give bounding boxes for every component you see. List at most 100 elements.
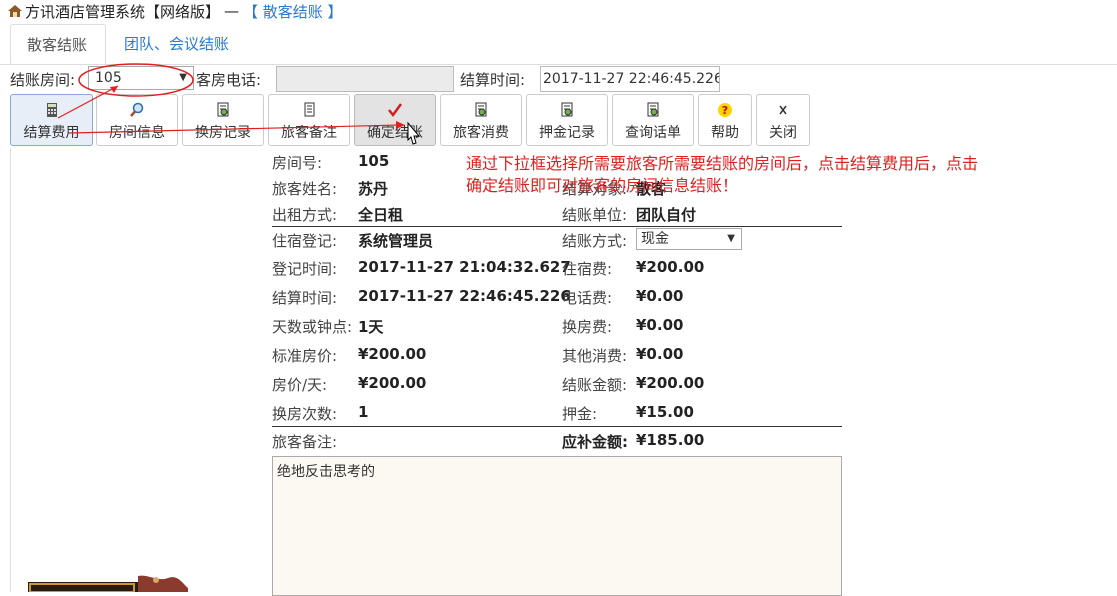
title-separator: — <box>224 2 240 20</box>
tab-group-checkout[interactable]: 团队、会议结账 <box>108 24 245 64</box>
call-record-label: 查询话单 <box>625 125 681 141</box>
help-button[interactable]: ? 帮助 <box>698 94 752 146</box>
room-change-record-button[interactable]: 换房记录 <box>182 94 264 146</box>
annotation-line-2: 确定结账即可对旅客的房间信息结账！ <box>466 176 739 195</box>
other-consumption-value: ¥0.00 <box>636 345 684 363</box>
banner-image <box>28 575 188 592</box>
checkin-time-value: 2017-11-27 21:04:32.627 <box>358 258 571 276</box>
lodging-fee-value: ¥200.00 <box>636 258 705 276</box>
room-change-count-value: 1 <box>358 403 369 421</box>
divider <box>272 426 842 427</box>
settle-time-detail-value: 2017-11-27 22:46:45.226 <box>358 287 571 305</box>
document-icon <box>475 102 487 117</box>
app-title: 方讯酒店管理系统【网络版】 <box>25 2 221 21</box>
calculator-icon <box>46 103 57 117</box>
checkout-form-row: 结账房间: 105 ▼ 客房电话: 结算时间: 2017-11-27 22:46… <box>0 66 1117 92</box>
room-info-label: 房间信息 <box>109 125 165 141</box>
standard-price-value: ¥200.00 <box>358 345 427 363</box>
settle-unit-label: 结账单位: <box>562 206 628 224</box>
guest-consumption-button[interactable]: 旅客消费 <box>440 94 522 146</box>
deposit-record-label: 押金记录 <box>539 125 595 141</box>
left-panel-border <box>10 148 11 592</box>
rent-mode-label: 出租方式: <box>272 206 338 224</box>
help-label: 帮助 <box>711 125 739 141</box>
deposit-value: ¥15.00 <box>636 403 694 421</box>
call-record-button[interactable]: 查询话单 <box>612 94 694 146</box>
settle-amount-label: 结账金额: <box>562 376 628 394</box>
registrar-value: 系统管理员 <box>358 232 434 250</box>
detail-row: 天数或钟点: 1天 换房费: ¥0.00 <box>272 316 842 342</box>
registrar-label: 住宿登记: <box>272 232 338 250</box>
days-value: 1天 <box>358 318 384 336</box>
help-icon: ? <box>718 103 732 117</box>
settle-unit-value: 团队自付 <box>636 206 697 224</box>
room-select[interactable]: 105 ▼ <box>88 66 194 90</box>
room-change-fee-label: 换房费: <box>562 318 613 336</box>
payment-method-label: 结账方式: <box>562 232 628 250</box>
check-icon <box>388 103 403 118</box>
days-label: 天数或钟点: <box>272 318 353 336</box>
detail-row: 住宿登记: 系统管理员 结账方式: 现金 ▼ <box>272 228 842 256</box>
phone-fee-value: ¥0.00 <box>636 287 684 305</box>
close-icon <box>779 105 787 115</box>
payment-method-value: 现金 <box>641 231 669 247</box>
divider <box>272 226 842 227</box>
chevron-down-icon: ▼ <box>727 233 735 244</box>
guest-remark-text-label: 旅客备注: <box>272 433 338 451</box>
guest-remark-textarea[interactable]: 绝地反击思考的 <box>272 456 842 596</box>
tab-bar: 散客结账 团队、会议结账 <box>0 24 1117 65</box>
guest-name-label: 旅客姓名: <box>272 180 338 198</box>
svg-text:?: ? <box>722 104 728 117</box>
other-consumption-label: 其他消费: <box>562 347 628 365</box>
settle-time-label: 结算时间: <box>460 71 526 89</box>
rent-mode-value: 全日租 <box>358 206 404 224</box>
calculate-fee-button[interactable]: 结算费用 <box>10 94 93 146</box>
detail-row: 标准房价: ¥200.00 其他消费: ¥0.00 <box>272 345 842 371</box>
settle-time-field[interactable]: 2017-11-27 22:46:45.226 <box>540 66 720 92</box>
document-icon <box>561 102 573 117</box>
room-change-fee-value: ¥0.00 <box>636 316 684 334</box>
room-change-record-label: 换房记录 <box>195 125 251 141</box>
deposit-record-button[interactable]: 押金记录 <box>526 94 608 146</box>
tutorial-annotation: 通过下拉框选择所需要旅客所需要结账的房间后，点击结算费用后，点击 确定结账即可对… <box>466 153 1116 197</box>
note-icon <box>304 102 315 117</box>
current-page-title: 【 散客结账 】 <box>243 2 343 21</box>
toolbar: 结算费用 房间信息 换房记录 旅客备注 确定结账 旅客消费 押金记录 查询话单 … <box>10 94 810 146</box>
confirm-checkout-label: 确定结账 <box>367 125 423 141</box>
daily-price-label: 房价/天: <box>272 376 328 394</box>
confirm-checkout-button[interactable]: 确定结账 <box>354 94 436 146</box>
annotation-line-1: 通过下拉框选择所需要旅客所需要结账的房间后，点击结算费用后，点击 <box>466 154 979 173</box>
calculate-fee-label: 结算费用 <box>23 125 80 141</box>
room-label: 结账房间: <box>10 71 76 89</box>
settle-time-detail-label: 结算时间: <box>272 289 338 307</box>
standard-price-label: 标准房价: <box>272 347 338 365</box>
lodging-fee-label: 住宿费: <box>562 260 613 278</box>
phone-fee-label: 电话费: <box>562 289 613 307</box>
magnifier-icon <box>130 102 144 117</box>
detail-row: 房价/天: ¥200.00 结账金额: ¥200.00 <box>272 374 842 400</box>
room-select-value: 105 <box>95 70 122 86</box>
amount-due-label: 应补金额: <box>562 433 628 451</box>
detail-row: 结算时间: 2017-11-27 22:46:45.226 电话费: ¥0.00 <box>272 287 842 313</box>
close-label: 关闭 <box>769 125 797 141</box>
phone-field[interactable] <box>276 66 454 92</box>
room-change-count-label: 换房次数: <box>272 405 338 423</box>
title-bar: 方讯酒店管理系统【网络版】 — 【 散客结账 】 <box>0 0 1117 22</box>
payment-method-select[interactable]: 现金 ▼ <box>636 228 742 250</box>
detail-row: 旅客备注: 应补金额: ¥185.00 <box>272 431 842 457</box>
home-icon <box>8 5 22 17</box>
amount-due-value: ¥185.00 <box>636 431 705 449</box>
room-info-button[interactable]: 房间信息 <box>96 94 178 146</box>
deposit-label: 押金: <box>562 405 598 423</box>
guest-consumption-label: 旅客消费 <box>453 125 509 141</box>
guest-name-value: 苏丹 <box>358 180 389 198</box>
tab-walkin-checkout[interactable]: 散客结账 <box>10 24 106 64</box>
guest-remark-label: 旅客备注 <box>281 125 337 141</box>
guest-remark-button[interactable]: 旅客备注 <box>268 94 350 146</box>
close-button[interactable]: 关闭 <box>756 94 810 146</box>
room-no-value: 105 <box>358 152 390 170</box>
phone-label: 客房电话: <box>196 71 262 89</box>
checkin-time-label: 登记时间: <box>272 260 338 278</box>
settle-amount-value: ¥200.00 <box>636 374 705 392</box>
document-icon <box>217 102 229 117</box>
